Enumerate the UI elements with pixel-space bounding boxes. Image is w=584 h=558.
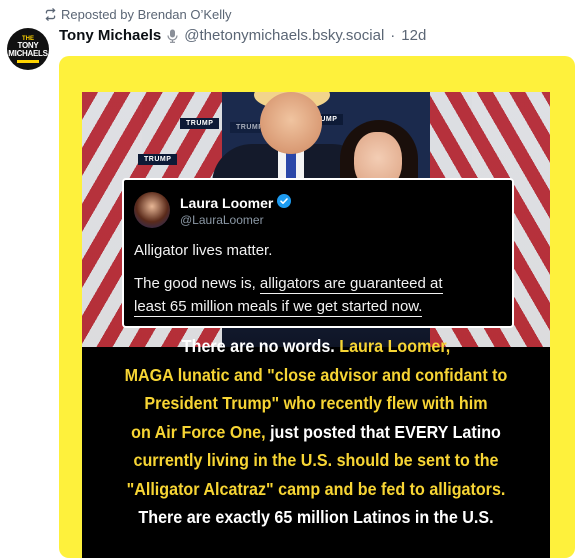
backdrop-sign: TRUMP <box>138 154 178 165</box>
caption-segment: President Trump" who recently flew with … <box>144 393 488 413</box>
caption-segment: just posted that EVERY Latino <box>270 421 501 442</box>
repost-indicator[interactable]: Reposted by Brendan O’Kelly <box>44 7 232 22</box>
caption-segment: currently living in the U.S. should be s… <box>133 450 499 470</box>
author-avatar[interactable]: THE TONY MICHAELS <box>7 28 49 70</box>
tweet-author-name-row: Laura Loomer <box>180 194 292 211</box>
avatar-text-michaels: MICHAELS <box>8 48 48 58</box>
caption-line: on Air Force One, just posted that EVERY… <box>101 418 532 447</box>
tweet-author-avatar <box>134 192 170 228</box>
post-header: Tony Michaels @thetonymichaels.bsky.soci… <box>59 27 426 44</box>
tweet-text-underlined: alligators are guaranteed at <box>259 275 443 294</box>
post-timestamp[interactable]: 12d <box>401 27 426 44</box>
meme-caption: There are no words. Laura Loomer, MAGA lu… <box>101 332 532 532</box>
microphone-icon <box>167 29 178 43</box>
caption-segment: Laura Loomer, <box>339 336 451 356</box>
feed-post[interactable]: Reposted by Brendan O’Kelly THE TONY MIC… <box>0 0 584 558</box>
tweet-text-line-1: Alligator lives matter. <box>134 242 273 259</box>
avatar-underline <box>17 59 39 63</box>
repost-label: Reposted by Brendan O’Kelly <box>61 7 232 22</box>
person-1-head <box>260 92 322 154</box>
verified-badge-icon <box>277 194 292 211</box>
tweet-text-underlined: least 65 million meals if we get started… <box>134 298 423 317</box>
tweet-text-plain: The good news is, <box>134 275 260 292</box>
separator-dot: · <box>390 27 396 44</box>
caption-segment: on Air Force One, <box>131 421 271 442</box>
caption-segment: There are no words. <box>181 336 340 356</box>
tweet-author-handle: @LauraLoomer <box>180 213 264 227</box>
caption-segment: MAGA lunatic and "close advisor and conf… <box>124 364 508 385</box>
caption-line: "Alligator Alcatraz" camp and be fed to … <box>101 475 532 504</box>
backdrop-sign: TRUMP <box>180 118 220 129</box>
tweet-text-line-2: The good news is, alligators are guarant… <box>134 275 443 294</box>
tweet-text-line-3: least 65 million meals if we get started… <box>134 298 423 317</box>
post-image[interactable]: TRUMP TRUMP TRUMP TRUMP Laura Loomer @La… <box>59 56 575 558</box>
caption-segment: There are exactly 65 million Latinos in … <box>138 507 494 527</box>
repost-icon <box>44 8 57 21</box>
embedded-tweet-screenshot: Laura Loomer @LauraLoomer Alligator live… <box>122 178 514 328</box>
meme-image: TRUMP TRUMP TRUMP TRUMP Laura Loomer @La… <box>82 92 550 558</box>
author-handle[interactable]: @thetonymichaels.bsky.social <box>184 27 384 44</box>
caption-line: currently living in the U.S. should be s… <box>101 446 532 475</box>
caption-line: MAGA lunatic and "close advisor and conf… <box>101 361 532 390</box>
caption-line: There are no words. Laura Loomer, <box>101 332 532 361</box>
tweet-author-name: Laura Loomer <box>180 194 274 211</box>
caption-line: President Trump" who recently flew with … <box>101 389 532 418</box>
caption-line: There are exactly 65 million Latinos in … <box>101 503 532 532</box>
caption-segment: "Alligator Alcatraz" camp and be fed to … <box>126 478 506 499</box>
author-display-name[interactable]: Tony Michaels <box>59 27 161 44</box>
